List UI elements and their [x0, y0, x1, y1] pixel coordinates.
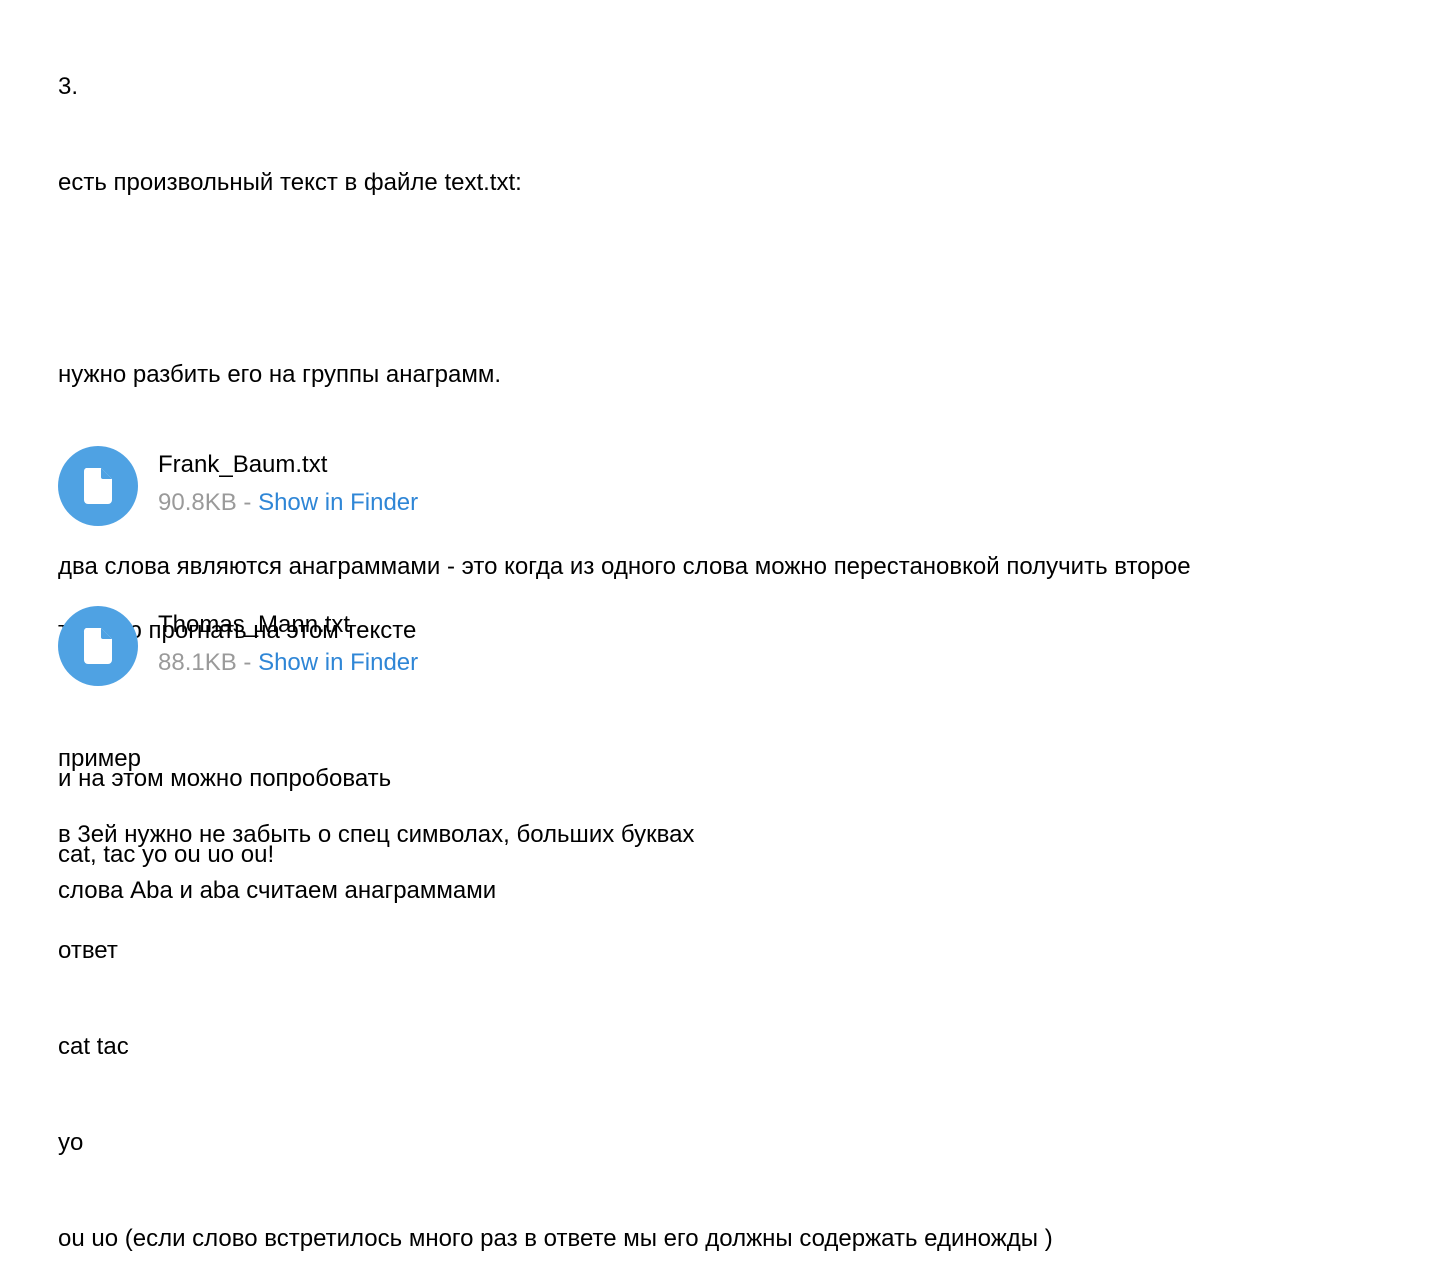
- file-name[interactable]: Frank_Baum.txt: [158, 449, 327, 481]
- message-line: ответ: [58, 937, 118, 964]
- file-meta: 90.8KB - Show in Finder: [158, 487, 418, 519]
- file-attachment-frank-baum: Frank_Baum.txt 90.8KB - Show in Finder: [58, 446, 658, 526]
- message-text: слова Aba и aba считаем анаграммами: [58, 877, 497, 904]
- message-line: есть произвольный текст в файле text.txt…: [58, 169, 522, 196]
- message-line: ou uo (если слово встретилось много раз …: [58, 1225, 1053, 1252]
- separator: -: [236, 649, 259, 676]
- message-line: 3.: [58, 73, 79, 100]
- message-line: [58, 263, 1418, 295]
- show-in-finder-link[interactable]: Show in Finder: [258, 489, 418, 516]
- message-line: yo: [58, 1129, 84, 1156]
- file-size: 88.1KB: [158, 649, 237, 676]
- message-line: нужно разбить его на группы анаграмм.: [58, 361, 501, 388]
- message-case-insensitive: слова Aba и aba считаем анаграммами: [58, 811, 1418, 939]
- file-name[interactable]: Thomas_Mann.txt: [158, 609, 350, 641]
- document-icon[interactable]: [58, 446, 138, 526]
- document-icon[interactable]: [58, 606, 138, 686]
- show-in-finder-link[interactable]: Show in Finder: [258, 649, 418, 676]
- message-line: cat tac: [58, 1033, 129, 1060]
- separator: -: [236, 489, 259, 516]
- file-size: 90.8KB: [158, 489, 237, 516]
- file-attachment-thomas-mann: Thomas_Mann.txt 88.1KB - Show in Finder: [58, 606, 658, 686]
- file-meta: 88.1KB - Show in Finder: [158, 647, 418, 679]
